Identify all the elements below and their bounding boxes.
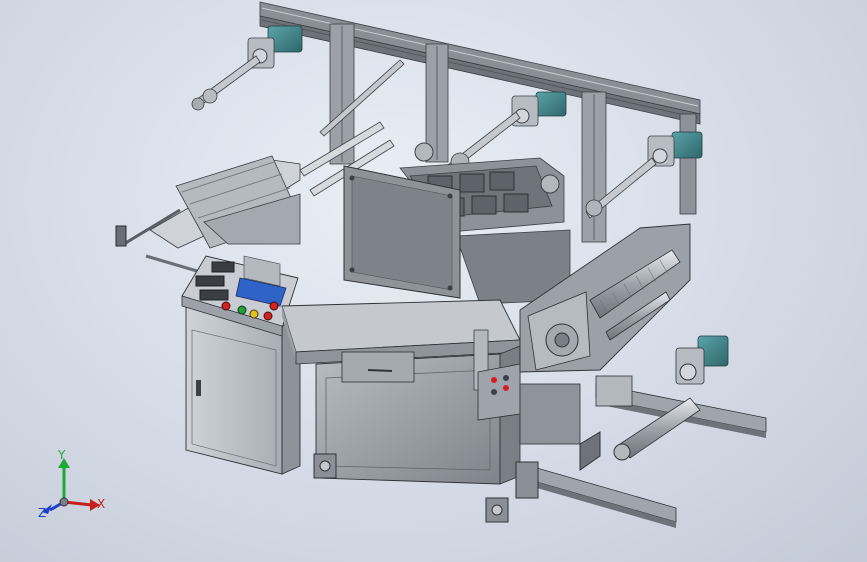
side-control-strip[interactable] xyxy=(477,363,521,421)
drawer[interactable] xyxy=(341,351,415,383)
top-gantry-rail[interactable] xyxy=(259,1,701,125)
z-axis-label: Z xyxy=(38,506,47,520)
drawer-handle[interactable] xyxy=(367,369,393,372)
electrical-cabinet[interactable] xyxy=(185,301,301,475)
jog-button[interactable] xyxy=(249,309,259,319)
emergency-stop-button[interactable] xyxy=(269,301,279,311)
stop-button[interactable] xyxy=(221,301,231,311)
cabinet-door-handle[interactable] xyxy=(196,380,201,396)
start-button[interactable] xyxy=(237,305,247,315)
rewind-motor[interactable] xyxy=(675,335,729,385)
cad-viewport[interactable]: Y X Z xyxy=(0,0,867,562)
gantry-motor-middle[interactable] xyxy=(511,91,567,127)
y-axis-label: Y xyxy=(58,448,66,462)
axis-triad xyxy=(42,458,100,514)
x-axis-label: X xyxy=(97,497,106,511)
reset-button[interactable] xyxy=(263,311,273,321)
machine-model[interactable] xyxy=(0,0,867,562)
